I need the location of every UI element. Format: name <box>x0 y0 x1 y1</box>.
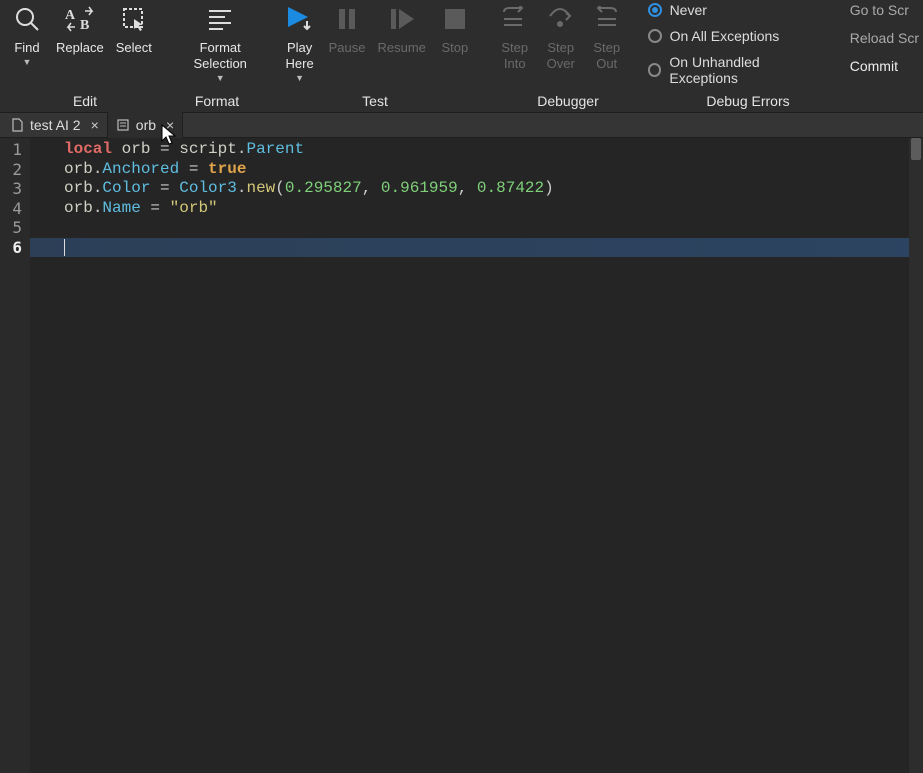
never-radio[interactable]: Never <box>648 2 830 18</box>
current-line-highlight <box>30 238 923 258</box>
step-into-button[interactable]: Step Into <box>492 0 538 72</box>
line-number: 1 <box>0 140 22 160</box>
pause-icon <box>330 2 364 36</box>
replace-icon: AB <box>63 2 97 36</box>
code-line: orb.Anchored = true <box>64 160 246 180</box>
ribbon-group-labels: Edit Format Test Debugger Debug Errors <box>0 90 923 112</box>
script-file-icon <box>116 118 130 132</box>
go-to-script-link[interactable]: Go to Scr <box>850 2 919 18</box>
step-over-label: Step Over <box>547 40 575 72</box>
never-label: Never <box>670 2 707 18</box>
step-over-icon <box>544 2 578 36</box>
code-line: orb.Name = "orb" <box>64 199 218 219</box>
code-area[interactable]: local orb = script.Parent orb.Anchored =… <box>30 138 923 773</box>
step-over-button[interactable]: Step Over <box>538 0 584 72</box>
radio-icon <box>648 3 662 17</box>
on-all-exceptions-radio[interactable]: On All Exceptions <box>648 28 830 44</box>
stop-label: Stop <box>442 40 469 56</box>
line-number: 5 <box>0 218 22 238</box>
radio-icon <box>648 63 662 77</box>
format-group-label: Format <box>195 93 239 109</box>
line-number: 6 <box>0 238 22 258</box>
chevron-down-icon: ▼ <box>295 73 304 83</box>
vertical-scrollbar[interactable] <box>909 138 923 773</box>
step-into-icon <box>498 2 532 36</box>
text-caret <box>64 239 65 256</box>
play-here-button[interactable]: Play Here ▼ <box>277 0 323 83</box>
pause-button[interactable]: Pause <box>323 0 372 56</box>
right-actions: Go to Scr Reload Scr Commit <box>838 0 919 74</box>
search-icon <box>10 2 44 36</box>
select-icon <box>117 2 151 36</box>
step-out-label: Step Out <box>593 40 620 72</box>
select-label: Select <box>116 40 152 56</box>
select-button[interactable]: Select <box>110 0 158 56</box>
line-number: 2 <box>0 160 22 180</box>
ribbon-toolbar: Find ▼ AB Replace Select Format Selectio… <box>0 0 923 90</box>
play-icon <box>283 2 317 36</box>
stop-icon <box>438 2 472 36</box>
replace-label: Replace <box>56 40 104 56</box>
svg-text:B: B <box>80 18 89 33</box>
tab-label: orb <box>136 117 156 133</box>
resume-icon <box>385 2 419 36</box>
format-selection-label: Format Selection <box>193 40 246 72</box>
find-label: Find <box>14 40 39 56</box>
tab-orb[interactable]: orb × <box>108 112 183 138</box>
reload-script-link[interactable]: Reload Scr <box>850 30 919 46</box>
step-into-label: Step Into <box>501 40 528 72</box>
line-number: 3 <box>0 179 22 199</box>
debugger-group-label: Debugger <box>537 93 599 109</box>
debug-errors-group-label: Debug Errors <box>706 93 789 109</box>
code-line: orb.Color = Color3.new(0.295827, 0.96195… <box>64 179 554 199</box>
format-icon <box>203 2 237 36</box>
code-line: local orb = script.Parent <box>64 140 304 160</box>
svg-text:A: A <box>65 8 76 23</box>
on-all-label: On All Exceptions <box>670 28 780 44</box>
stop-button[interactable]: Stop <box>432 0 478 56</box>
edit-group-label: Edit <box>73 93 97 109</box>
scrollbar-thumb[interactable] <box>911 138 921 160</box>
test-group-label: Test <box>362 93 388 109</box>
on-unhandled-exceptions-radio[interactable]: On Unhandled Exceptions <box>648 54 830 86</box>
line-gutter: 1 2 3 4 5 6 <box>0 138 30 773</box>
close-icon[interactable]: × <box>91 117 99 133</box>
step-out-button[interactable]: Step Out <box>584 0 630 72</box>
debug-errors-group: Never On All Exceptions On Unhandled Exc… <box>640 0 838 86</box>
find-button[interactable]: Find ▼ <box>4 0 50 67</box>
pause-label: Pause <box>329 40 366 56</box>
commit-link[interactable]: Commit <box>850 58 919 74</box>
tab-label: test AI 2 <box>30 117 81 133</box>
resume-button[interactable]: Resume <box>371 0 431 56</box>
tab-bar: test AI 2 × orb × <box>0 112 923 138</box>
play-here-label: Play Here <box>286 40 314 72</box>
step-out-icon <box>590 2 624 36</box>
radio-icon <box>648 29 662 43</box>
line-number: 4 <box>0 199 22 219</box>
resume-label: Resume <box>377 40 425 56</box>
on-unhandled-label: On Unhandled Exceptions <box>669 54 829 86</box>
format-selection-button[interactable]: Format Selection ▼ <box>187 0 252 83</box>
script-file-icon <box>10 118 24 132</box>
replace-button[interactable]: AB Replace <box>50 0 110 56</box>
tab-test-ai-2[interactable]: test AI 2 × <box>2 112 108 138</box>
close-icon[interactable]: × <box>166 117 174 133</box>
chevron-down-icon: ▼ <box>23 57 32 67</box>
chevron-down-icon: ▼ <box>216 73 225 83</box>
code-editor[interactable]: 1 2 3 4 5 6 local orb = script.Parent or… <box>0 138 923 773</box>
